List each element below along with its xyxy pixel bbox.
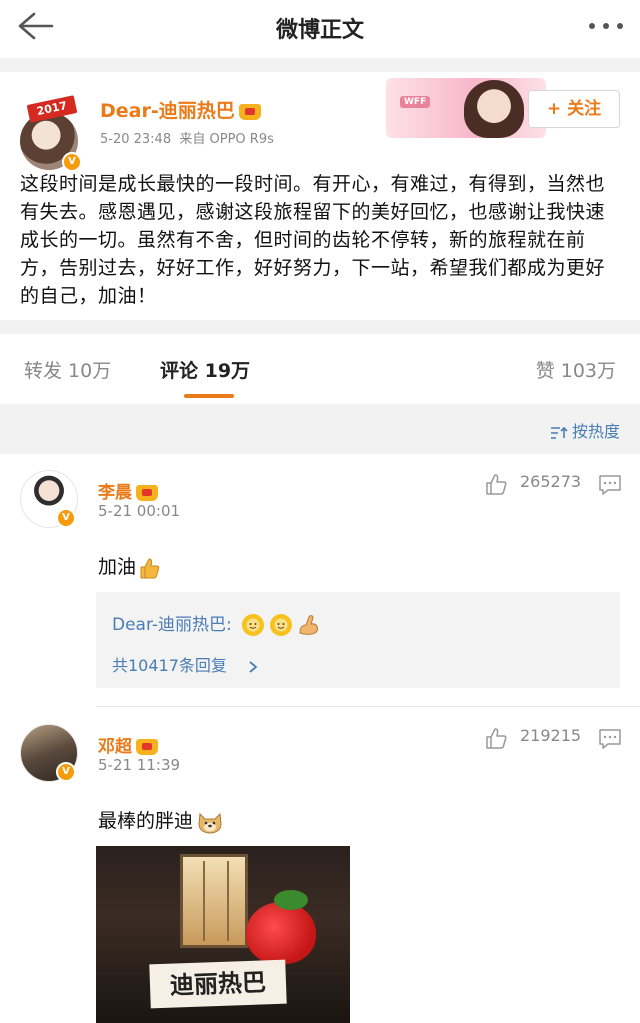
sort-button[interactable]: 按热度 [550, 418, 620, 442]
reply-icon[interactable] [598, 728, 622, 750]
comment-time: 5-21 00:01 [98, 502, 181, 520]
reply-preview[interactable]: Dear-迪丽热巴: 共10417条回复 [96, 592, 620, 688]
reply-count[interactable]: 共10417条回复 [112, 656, 227, 675]
thumbs-up-emoji-icon [140, 557, 160, 578]
comment-item: V 李晨 5-21 00:01 265273 加油 Dear-迪丽热巴: 共10… [0, 456, 640, 707]
photo-leaf [274, 890, 308, 910]
commenter-name[interactable]: 李晨 [98, 478, 158, 503]
comment-text: 最棒的胖迪 [98, 806, 223, 834]
banner-label: WFF [400, 96, 431, 108]
verified-icon: V [62, 152, 82, 172]
section-divider [0, 58, 640, 72]
comment-text-content: 最棒的胖迪 [98, 810, 194, 832]
comment-divider [96, 706, 640, 707]
section-divider [0, 320, 640, 334]
sunflower-emoji-icon [242, 614, 265, 636]
post-source: 来自 OPPO R9s [179, 132, 274, 147]
comment-time: 5-21 11:39 [98, 756, 181, 774]
like-count: 219215 [520, 726, 582, 745]
tab-comment[interactable]: 评论 19万 [160, 356, 250, 383]
verified-icon: V [56, 762, 76, 782]
like-count: 265273 [520, 472, 582, 491]
author-name-text[interactable]: Dear-迪丽热巴 [100, 100, 235, 122]
photo-label: 迪丽热巴 [149, 959, 287, 1009]
commenter-name[interactable]: 邓超 [98, 732, 158, 757]
tab-repost[interactable]: 转发 10万 [24, 356, 111, 383]
follow-button[interactable]: + 关注 [528, 90, 620, 128]
sort-icon [550, 426, 568, 439]
verified-icon: V [56, 508, 76, 528]
photo-strawberry [246, 902, 316, 964]
muscle-emoji-icon [299, 615, 319, 635]
crown-icon [136, 485, 158, 501]
tab-like[interactable]: 赞 103万 [536, 356, 616, 383]
view-replies-link[interactable]: 共10417条回复 [112, 652, 260, 676]
crown-icon [136, 739, 158, 755]
reply-line[interactable]: Dear-迪丽热巴: [112, 610, 321, 637]
banner-portrait [464, 80, 524, 138]
commenter-name-text[interactable]: 李晨 [98, 483, 132, 503]
sort-bar: 按热度 [0, 404, 640, 454]
comment-text: 加油 [98, 552, 160, 579]
weibo-post: 2017 V Dear-迪丽热巴 5-20 23:48 来自 OPPO R9s … [0, 72, 640, 320]
reply-author[interactable]: Dear-迪丽热巴: [112, 615, 232, 635]
post-meta: 5-20 23:48 来自 OPPO R9s [100, 128, 274, 147]
promo-banner[interactable]: WFF [386, 78, 546, 138]
comment-item: V 邓超 5-21 11:39 219215 最棒的胖迪 迪丽热巴 [0, 710, 640, 1023]
page-title: 微博正文 [275, 18, 364, 43]
top-bar: 微博正文 [0, 0, 640, 52]
active-tab-indicator [184, 394, 234, 398]
commenter-name-text[interactable]: 邓超 [98, 737, 132, 757]
more-icon[interactable] [586, 16, 626, 36]
author-avatar-wrap[interactable]: 2017 V [16, 86, 82, 172]
doge-emoji-icon [198, 812, 222, 834]
post-body: 这段时间是成长最快的一段时间。有开心，有难过，有得到，当然也有失去。感恩遇见，感… [20, 173, 606, 307]
comment-photo[interactable]: 迪丽热巴 [96, 846, 350, 1023]
like-icon[interactable] [484, 472, 508, 496]
post-timestamp: 5-20 23:48 [100, 132, 172, 147]
engagement-tabs: 转发 10万 评论 19万 赞 103万 [0, 334, 640, 404]
back-arrow-icon[interactable] [14, 10, 54, 42]
chevron-right-icon [249, 660, 258, 673]
like-icon[interactable] [484, 726, 508, 750]
author-name[interactable]: Dear-迪丽热巴 [100, 96, 261, 123]
photo-lamp [180, 854, 248, 948]
crown-icon [238, 103, 261, 120]
sunflower-emoji-icon [270, 614, 293, 636]
reply-icon[interactable] [598, 474, 622, 496]
sort-label[interactable]: 按热度 [572, 422, 620, 441]
comment-text-content: 加油 [98, 556, 137, 578]
